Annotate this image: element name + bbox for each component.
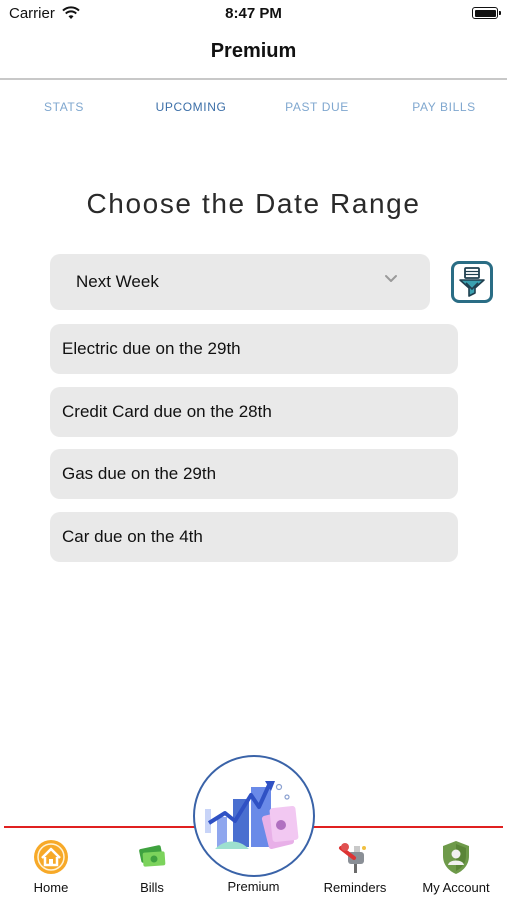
premium-growth-icon: [205, 781, 299, 850]
bill-item-label: Credit Card due on the 28th: [62, 401, 272, 421]
date-range-heading: Choose the Date Range: [86, 188, 421, 219]
home-icon: [34, 840, 68, 874]
filter-icon: [459, 267, 485, 297]
battery-icon: [472, 7, 501, 19]
clock: 8:47 PM: [225, 5, 282, 22]
chevron-down-icon: [385, 275, 397, 282]
bill-item-label: Car due on the 4th: [62, 526, 203, 546]
bill-item[interactable]: Gas due on the 29th: [50, 449, 458, 499]
date-range-dropdown[interactable]: Next Week: [50, 254, 430, 310]
nav-divider: [0, 78, 507, 80]
page-title: Premium: [210, 40, 297, 62]
reminders-icon: [339, 843, 366, 873]
date-range-value: Next Week: [76, 272, 159, 291]
status-bar: Carrier 8:47 PM: [0, 0, 507, 28]
tab-pay-bills[interactable]: PAY BILLS: [389, 100, 499, 114]
account-shield-icon: [443, 841, 469, 874]
tab-past-due[interactable]: PAST DUE: [262, 100, 372, 114]
tab-premium-label: Premium: [227, 879, 280, 894]
filter-button[interactable]: [451, 261, 493, 303]
bills-icon: [139, 845, 166, 867]
bill-item[interactable]: Credit Card due on the 28th: [50, 386, 458, 437]
tab-premium[interactable]: [193, 755, 315, 877]
bill-item[interactable]: Electric due on the 29th: [50, 324, 458, 374]
bill-item-label: Electric due on the 29th: [62, 339, 241, 358]
tab-upcoming[interactable]: UPCOMING: [136, 100, 246, 114]
segment-tabs: STATS UPCOMING PAST DUE PAY BILLS: [0, 100, 507, 118]
upcoming-bills-list: Electric due on the 29th Credit Card due…: [50, 324, 458, 574]
bill-item-label: Gas due on the 29th: [62, 464, 217, 483]
tab-stats[interactable]: STATS: [9, 100, 119, 114]
bill-item[interactable]: Car due on the 4th: [50, 511, 458, 562]
